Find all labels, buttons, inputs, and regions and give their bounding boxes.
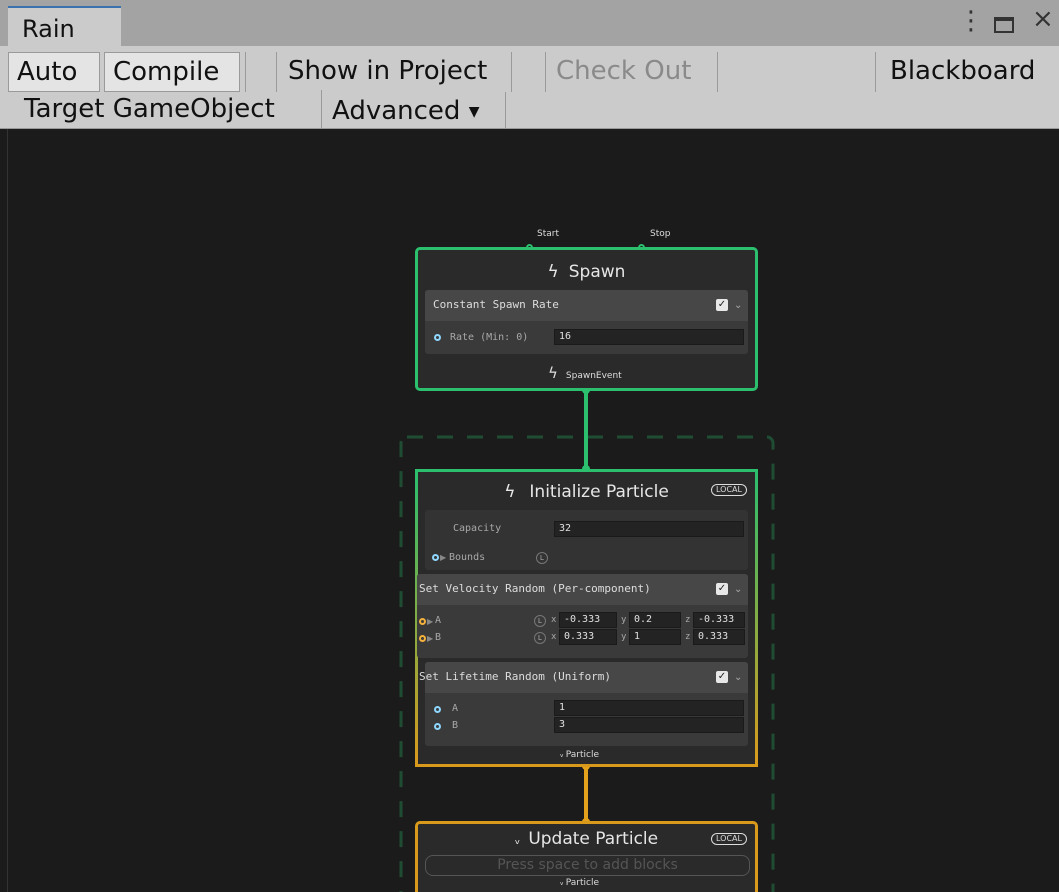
rate-label: Rate (Min: 0): [450, 332, 529, 343]
lightning-icon: ϟ: [547, 262, 559, 282]
spawn-event-label: SpawnEvent: [565, 371, 622, 381]
vel-b-z-field[interactable]: 0.333: [693, 629, 745, 645]
spawn-title-text: Spawn: [568, 262, 626, 282]
particle-icon: ᵥ: [514, 833, 521, 848]
separator: [276, 52, 277, 92]
lightning-icon: ϟ: [504, 482, 516, 502]
rate-input-port[interactable]: [434, 334, 441, 341]
vel-b-input-port[interactable]: [419, 635, 426, 642]
stop-port-label: Stop: [650, 229, 671, 239]
life-b-field[interactable]: 3: [554, 717, 744, 733]
particle-output-label: Particle: [565, 750, 600, 760]
vel-a-label: A: [435, 615, 442, 626]
capacity-label: Capacity: [453, 523, 502, 534]
rate-field[interactable]: 16: [554, 329, 744, 345]
tab-bar: Rain ⋮ ×: [0, 0, 1059, 46]
kebab-menu-icon[interactable]: ⋮: [958, 6, 984, 36]
life-a-input-port[interactable]: [434, 706, 441, 713]
capacity-field[interactable]: 32: [554, 521, 744, 537]
add-blocks-placeholder[interactable]: Press space to add blocks: [425, 855, 750, 876]
compile-button[interactable]: Compile: [104, 52, 240, 92]
particle-icon: ᵥ: [560, 878, 564, 888]
show-in-project-button[interactable]: Show in Project: [280, 52, 512, 92]
initialize-particle-node[interactable]: ϟ Initialize Particle LOCAL Capacity 32 ▶…: [415, 469, 758, 767]
y-axis-label: y: [621, 632, 627, 642]
target-gameobject-button[interactable]: Target GameObject: [10, 90, 322, 130]
spawn-node[interactable]: ϟ Spawn Constant Spawn Rate ✓ ⌄ Rate (Min…: [415, 247, 758, 391]
maximize-icon[interactable]: [994, 17, 1014, 33]
vel-a-z-field[interactable]: -0.333: [693, 612, 745, 628]
block-title: Set Lifetime Random (Uniform): [419, 670, 612, 683]
local-space-icon[interactable]: L: [534, 615, 546, 627]
update-particle-node[interactable]: ᵥ Update Particle LOCAL Press space to ad…: [415, 821, 758, 892]
constant-spawn-rate-block[interactable]: Constant Spawn Rate ✓ ⌄ Rate (Min: 0) 16: [425, 290, 748, 354]
spawn-event-output: ϟ SpawnEvent: [548, 364, 622, 382]
separator: [545, 52, 546, 92]
life-b-label: B: [452, 720, 459, 731]
vel-b-label: B: [435, 632, 442, 643]
start-port-label: Start: [537, 229, 559, 239]
graph-canvas[interactable]: Start Stop ϟ Spawn Constant Spawn Rate ✓ …: [0, 129, 1059, 892]
bounds-label: Bounds: [449, 552, 486, 563]
toolbar: Auto Compile Show in Project Check Out B…: [0, 46, 1059, 132]
x-axis-label: x: [551, 632, 557, 642]
local-badge[interactable]: LOCAL: [711, 833, 747, 845]
y-axis-label: y: [621, 615, 627, 625]
expand-triangle-icon[interactable]: ▶: [427, 634, 433, 643]
particle-output: ᵥ Particle: [560, 878, 599, 888]
block-enabled-checkbox[interactable]: ✓: [716, 299, 728, 311]
separator: [245, 52, 246, 92]
block-header: Set Velocity Random (Per-component): [417, 574, 748, 605]
local-space-icon[interactable]: L: [534, 632, 546, 644]
advanced-label: Advanced: [332, 96, 461, 126]
auto-toggle[interactable]: Auto: [8, 52, 100, 92]
update-title: ᵥ Update Particle: [418, 829, 755, 849]
local-badge[interactable]: LOCAL: [711, 484, 747, 496]
vel-b-y-field[interactable]: 1: [629, 629, 681, 645]
block-title: Set Velocity Random (Per-component): [419, 582, 651, 595]
particle-icon: ᵥ: [560, 750, 564, 760]
block-header: Constant Spawn Rate: [425, 290, 748, 321]
init-settings-block: Capacity 32 ▶ Bounds L: [425, 510, 748, 570]
close-icon[interactable]: ×: [1032, 4, 1054, 34]
advanced-dropdown[interactable]: Advanced ▼: [324, 92, 506, 132]
z-axis-label: z: [685, 615, 691, 625]
tab-label: Rain: [22, 15, 75, 43]
update-title-text: Update Particle: [528, 829, 659, 849]
set-velocity-random-block[interactable]: Set Velocity Random (Per-component) ✓ ⌄ …: [417, 574, 748, 658]
chevron-down-icon[interactable]: ⌄: [734, 300, 742, 311]
check-out-button[interactable]: Check Out: [548, 52, 718, 92]
vel-a-y-field[interactable]: 0.2: [629, 612, 681, 628]
block-title: Constant Spawn Rate: [433, 298, 559, 311]
separator: [875, 52, 876, 92]
life-a-field[interactable]: 1: [554, 700, 744, 716]
particle-output: ᵥ Particle: [560, 750, 599, 760]
init-title-text: Initialize Particle: [529, 482, 669, 502]
bounds-input-port[interactable]: [432, 554, 439, 561]
block-header: Set Lifetime Random (Uniform): [419, 662, 748, 693]
lightning-icon: ϟ: [548, 364, 558, 382]
set-lifetime-random-block[interactable]: Set Lifetime Random (Uniform) ✓ ⌄ A 1 B …: [419, 662, 748, 746]
block-enabled-checkbox[interactable]: ✓: [716, 583, 728, 595]
life-b-input-port[interactable]: [434, 723, 441, 730]
particle-output-label: Particle: [565, 878, 600, 888]
z-axis-label: z: [685, 632, 691, 642]
local-space-icon[interactable]: L: [536, 552, 548, 564]
init-title: ϟ Initialize Particle: [418, 482, 755, 502]
vel-a-input-port[interactable]: [419, 618, 426, 625]
blackboard-button[interactable]: Blackboard: [882, 52, 1052, 92]
vel-a-x-field[interactable]: -0.333: [559, 612, 617, 628]
chevron-down-icon[interactable]: ⌄: [734, 584, 742, 595]
life-a-label: A: [452, 703, 459, 714]
spawn-title: ϟ Spawn: [418, 262, 755, 282]
chevron-down-icon[interactable]: ⌄: [734, 672, 742, 683]
block-enabled-checkbox[interactable]: ✓: [716, 671, 728, 683]
tab-rain[interactable]: Rain: [8, 6, 121, 46]
expand-triangle-icon[interactable]: ▶: [440, 553, 446, 562]
expand-triangle-icon[interactable]: ▶: [427, 617, 433, 626]
vel-b-x-field[interactable]: 0.333: [559, 629, 617, 645]
x-axis-label: x: [551, 615, 557, 625]
chevron-down-icon: ▼: [468, 104, 480, 120]
